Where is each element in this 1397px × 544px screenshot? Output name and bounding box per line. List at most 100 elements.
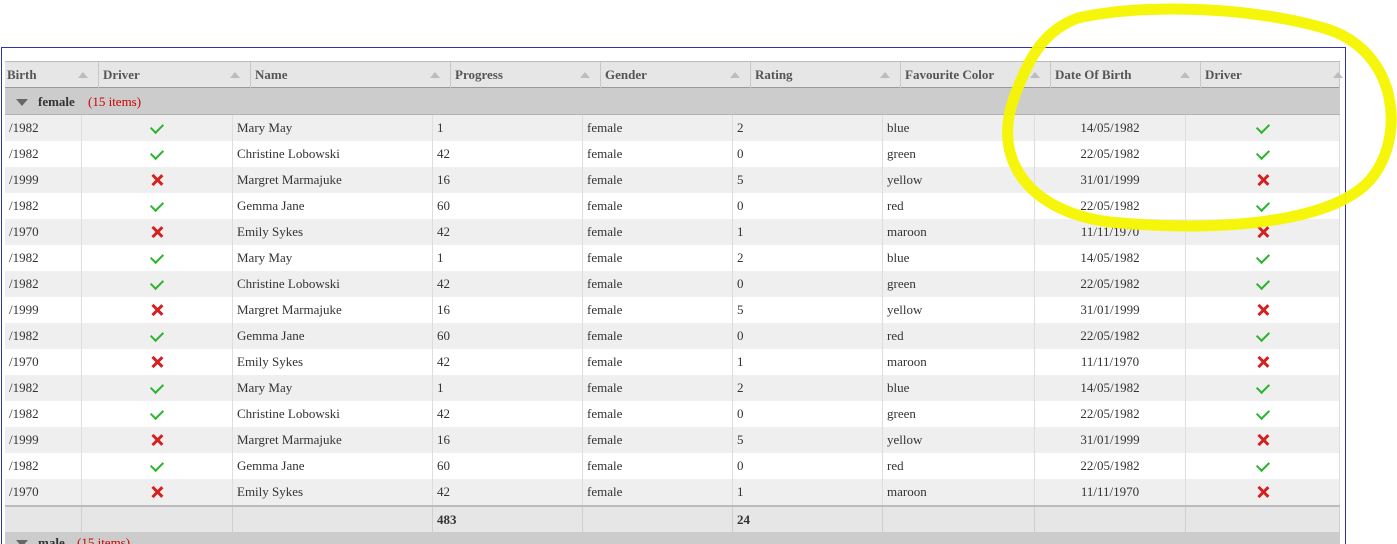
- group-name: male: [38, 535, 65, 544]
- column-header-driver[interactable]: Driver: [1201, 62, 1343, 88]
- cell-rating: 2: [733, 245, 883, 271]
- group-count: (15 items): [88, 94, 142, 109]
- table-header: Birth Driver Name Progress Gender Rating Favou…: [3, 61, 1343, 88]
- sort-arrow-icon[interactable]: [1030, 72, 1040, 78]
- total-cell-driver: [1186, 507, 1340, 532]
- cell-color: maroon: [883, 479, 1035, 505]
- column-header-dob-left[interactable]: Birth: [3, 62, 99, 88]
- cell-color: blue: [883, 115, 1035, 141]
- cell-progress: 1: [433, 375, 583, 401]
- cell-rating: 1: [733, 219, 883, 245]
- cell-gender: female: [583, 271, 733, 297]
- table-row[interactable]: /1970 Emily Sykes 42 female 1 maroon 11/11/197…: [5, 479, 1340, 505]
- column-header-gender[interactable]: Gender: [601, 62, 751, 88]
- cell-driver: [82, 297, 233, 323]
- group-header-female[interactable]: female (15 items): [5, 88, 1340, 115]
- check-icon: [1255, 275, 1270, 291]
- cell-dob-left: /1982: [5, 115, 82, 141]
- table-row[interactable]: /1982 Gemma Jane 60 female 0 red 22/05/1982: [5, 323, 1340, 349]
- cell-progress: 42: [433, 141, 583, 167]
- cell-rating: 0: [733, 401, 883, 427]
- cell-color: yellow: [883, 297, 1035, 323]
- check-icon: [149, 197, 165, 213]
- cell-dob-left: /1982: [5, 323, 82, 349]
- sort-arrow-icon[interactable]: [880, 72, 890, 78]
- cell-name: Christine Lobowski: [233, 141, 433, 167]
- cell-dob: 22/05/1982: [1035, 141, 1186, 167]
- cell-dob-left: /1999: [5, 167, 82, 193]
- table-row[interactable]: /1982 Christine Lobowski 42 female 0 green 22/…: [5, 271, 1340, 297]
- cell-dob: 22/05/1982: [1035, 453, 1186, 479]
- check-icon: [149, 405, 165, 421]
- cell-name: Christine Lobowski: [233, 401, 433, 427]
- column-header-name[interactable]: Name: [251, 62, 451, 88]
- cell-driver: [1186, 193, 1340, 219]
- sort-arrow-icon[interactable]: [1180, 72, 1190, 78]
- cell-color: blue: [883, 245, 1035, 271]
- cell-dob: 31/01/1999: [1035, 297, 1186, 323]
- cell-driver: [1186, 401, 1340, 427]
- cell-dob: 11/11/1970: [1035, 219, 1186, 245]
- sort-arrow-icon[interactable]: [580, 72, 590, 78]
- group-header-male[interactable]: male (15 items): [5, 532, 1340, 544]
- check-icon: [1255, 379, 1270, 395]
- cell-name: Christine Lobowski: [233, 271, 433, 297]
- sort-arrow-icon[interactable]: [78, 72, 88, 78]
- cell-driver: [82, 479, 233, 505]
- sort-arrow-icon[interactable]: [1333, 72, 1343, 78]
- table-row[interactable]: /1982 Mary May 1 female 2 blue 14/05/1982: [5, 115, 1340, 141]
- cell-rating: 0: [733, 141, 883, 167]
- column-title: Favourite Color: [905, 67, 995, 82]
- column-header-driver-left[interactable]: Driver: [99, 62, 251, 88]
- cell-name: Mary May: [233, 115, 433, 141]
- cell-name: Gemma Jane: [233, 453, 433, 479]
- table-inner: Birth Driver Name Progress Gender Rating Favou…: [3, 61, 1343, 544]
- group-count: (15 items): [77, 535, 131, 544]
- column-header-progress[interactable]: Progress: [451, 62, 601, 88]
- table-row[interactable]: /1982 Christine Lobowski 42 female 0 green 22/…: [5, 401, 1340, 427]
- table-row[interactable]: /1999 Margret Marmajuke 16 female 5 yellow 31/…: [5, 427, 1340, 453]
- cell-driver: [1186, 219, 1340, 245]
- column-header-rating[interactable]: Rating: [751, 62, 901, 88]
- cross-icon: [1257, 356, 1269, 368]
- total-cell-gender: [583, 507, 733, 532]
- cell-dob: 11/11/1970: [1035, 349, 1186, 375]
- group-toggle-icon[interactable]: [16, 540, 28, 544]
- cell-color: blue: [883, 375, 1035, 401]
- column-header-color[interactable]: Favourite Color: [901, 62, 1051, 88]
- table-row[interactable]: /1982 Christine Lobowski 42 female 0 green 22/…: [5, 141, 1340, 167]
- cell-gender: female: [583, 115, 733, 141]
- sort-arrow-icon[interactable]: [430, 72, 440, 78]
- table-row[interactable]: /1999 Margret Marmajuke 16 female 5 yellow 31/…: [5, 297, 1340, 323]
- check-icon: [149, 249, 165, 265]
- check-icon: [1255, 405, 1270, 421]
- table-row[interactable]: /1982 Gemma Jane 60 female 0 red 22/05/1982: [5, 453, 1340, 479]
- cell-driver: [82, 219, 233, 245]
- cell-progress: 42: [433, 479, 583, 505]
- sort-arrow-icon[interactable]: [730, 72, 740, 78]
- cell-driver: [82, 323, 233, 349]
- cell-driver: [82, 349, 233, 375]
- data-table: Birth Driver Name Progress Gender Rating Favou…: [1, 47, 1346, 544]
- table-row[interactable]: /1982 Mary May 1 female 2 blue 14/05/1982: [5, 245, 1340, 271]
- cell-driver: [1186, 349, 1340, 375]
- table-row[interactable]: /1970 Emily Sykes 42 female 1 maroon 11/11/197…: [5, 219, 1340, 245]
- cell-color: green: [883, 271, 1035, 297]
- sort-arrow-icon[interactable]: [230, 72, 240, 78]
- cross-icon: [1257, 226, 1269, 238]
- cell-dob: 11/11/1970: [1035, 479, 1186, 505]
- cell-color: red: [883, 193, 1035, 219]
- cell-name: Mary May: [233, 245, 433, 271]
- table-row[interactable]: /1999 Margret Marmajuke 16 female 5 yellow 31/…: [5, 167, 1340, 193]
- column-header-dob[interactable]: Date Of Birth: [1051, 62, 1201, 88]
- cell-driver: [1186, 453, 1340, 479]
- cell-name: Margret Marmajuke: [233, 427, 433, 453]
- cell-driver: [82, 141, 233, 167]
- cell-dob: 22/05/1982: [1035, 323, 1186, 349]
- column-title: Date Of Birth: [1055, 67, 1132, 82]
- table-row[interactable]: /1982 Mary May 1 female 2 blue 14/05/1982: [5, 375, 1340, 401]
- table-row[interactable]: /1982 Gemma Jane 60 female 0 red 22/05/1982: [5, 193, 1340, 219]
- group-toggle-icon[interactable]: [16, 99, 28, 106]
- table-row[interactable]: /1970 Emily Sykes 42 female 1 maroon 11/11/197…: [5, 349, 1340, 375]
- check-icon: [1255, 457, 1270, 473]
